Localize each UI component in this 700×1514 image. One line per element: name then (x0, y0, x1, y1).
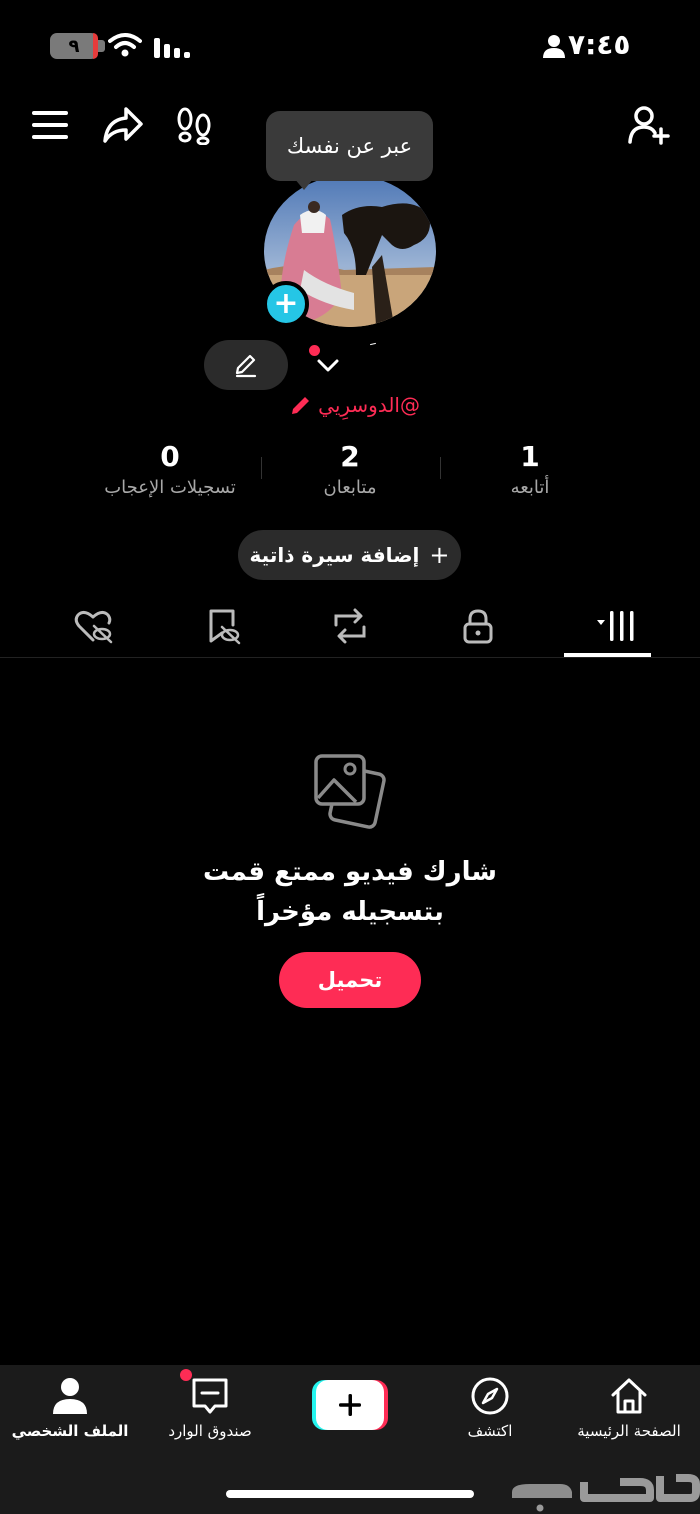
haraj-logo (512, 1474, 700, 1512)
empty-state-line2: بتسجيله مؤخراً (256, 897, 444, 927)
heart-hidden-icon (74, 610, 113, 644)
add-bio-button[interactable]: + إضافة سيرة ذاتية (238, 530, 461, 580)
username-text: @الدوسرِيي (318, 393, 420, 417)
followers-stat[interactable]: 2 متابعان (290, 440, 410, 498)
wifi-icon (108, 33, 142, 57)
likes-stat[interactable]: 0 تسجيلات الإعجاب (80, 440, 260, 498)
nav-inbox[interactable]: صندوق الوارد (140, 1376, 280, 1440)
person-status-icon (543, 35, 565, 58)
empty-state-line1: شارك فيديو ممتع قمت (203, 857, 497, 887)
following-stat[interactable]: 1 أتابعه (470, 440, 590, 498)
tab-videos[interactable] (562, 600, 652, 652)
profile-icon (53, 1378, 87, 1414)
menu-icon (32, 111, 68, 139)
upload-label: تحميل (317, 968, 383, 992)
following-label: أتابعه (510, 477, 550, 498)
repost-icon (334, 608, 366, 644)
menu-button[interactable] (30, 105, 70, 145)
plus-icon: + (429, 541, 450, 569)
account-switcher-button[interactable] (314, 352, 342, 384)
share-profile-button[interactable] (100, 102, 146, 148)
grid-icon (597, 611, 634, 641)
username-handle[interactable]: @الدوسرِيي (290, 393, 420, 417)
following-count: 1 (520, 440, 540, 473)
followers-count: 2 (340, 440, 360, 473)
add-avatar-button[interactable]: + (263, 281, 309, 327)
edit-profile-button[interactable] (204, 340, 288, 390)
tooltip-text: عبر عن نفسك (286, 134, 413, 158)
lock-icon (463, 609, 493, 644)
nav-discover-label: اكتشف (467, 1422, 513, 1440)
bio-tooltip[interactable]: عبر عن نفسك (266, 111, 433, 181)
tooltip-pointer (294, 178, 314, 190)
photo-gallery-icon (314, 754, 386, 829)
upload-button[interactable]: تحميل (279, 952, 421, 1008)
add-user-icon (628, 106, 670, 145)
share-icon (103, 107, 143, 143)
battery-level: ٩ (68, 35, 80, 57)
tab-favorites[interactable] (178, 600, 268, 652)
nav-discover[interactable]: اكتشف (420, 1376, 560, 1440)
tab-reposts[interactable] (305, 600, 395, 652)
signal-icon (154, 38, 190, 58)
nav-profile[interactable]: الملف الشخصي (0, 1376, 140, 1440)
chevron-down-icon (317, 359, 339, 372)
add-friend-button[interactable] (626, 102, 672, 148)
bookmark-hidden-icon (209, 609, 241, 645)
site-watermark (500, 1462, 700, 1514)
home-indicator[interactable] (226, 1490, 474, 1498)
battery-indicator: ٩ (50, 33, 105, 59)
compass-icon (471, 1377, 509, 1415)
create-button[interactable] (312, 1380, 388, 1430)
nav-inbox-label: صندوق الوارد (168, 1422, 252, 1440)
footprints-icon (177, 107, 211, 145)
stat-divider (440, 457, 441, 479)
status-time: ٧:٤٥ (568, 28, 631, 61)
tab-liked[interactable] (48, 600, 138, 652)
home-icon (611, 1378, 647, 1414)
empty-state-message: شارك فيديو ممتع قمت بتسجيله مؤخراً (100, 852, 600, 932)
tab-private[interactable] (433, 600, 523, 652)
nav-home-label: الصفحة الرئيسية (577, 1422, 681, 1440)
pencil-icon (235, 354, 257, 378)
nav-home[interactable]: الصفحة الرئيسية (559, 1376, 699, 1440)
likes-label: تسجيلات الإعجاب (104, 477, 236, 498)
stat-divider (261, 457, 262, 479)
profile-views-button[interactable] (172, 104, 216, 148)
followers-label: متابعان (323, 477, 377, 498)
edit-handle-icon (292, 397, 310, 414)
inbox-icon (192, 1378, 228, 1414)
tabs-divider (0, 657, 700, 658)
add-bio-label: إضافة سيرة ذاتية (249, 543, 420, 567)
create-plus-icon (312, 1380, 388, 1430)
nav-profile-label: الملف الشخصي (11, 1422, 129, 1440)
plus-icon: + (273, 286, 299, 321)
likes-count: 0 (160, 440, 180, 473)
